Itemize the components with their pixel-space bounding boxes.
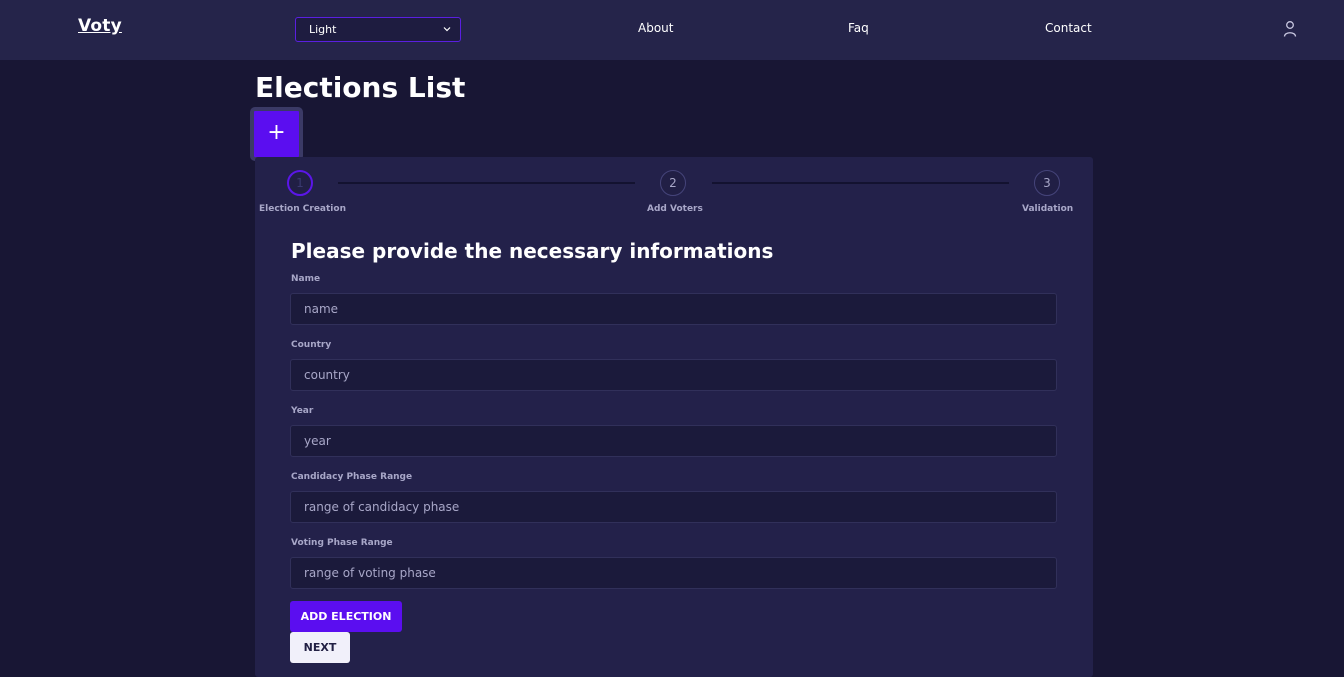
country-label: Country [291,340,332,350]
voting-range-input[interactable]: range of voting phase [290,557,1057,589]
stepper-connector [338,182,635,184]
year-input[interactable]: year [290,425,1057,457]
name-label: Name [291,274,321,284]
nav-link-about[interactable]: About [638,21,673,35]
stepper-connector [712,182,1009,184]
step-1-circle[interactable]: 1 [287,170,313,196]
name-input[interactable]: name [290,293,1057,325]
step-1-label: Election Creation [259,204,346,214]
step-2-label: Add Voters [647,204,703,214]
theme-select-value: Light [309,23,337,36]
nav-link-contact[interactable]: Contact [1045,21,1092,35]
form-heading: Please provide the necessary information… [291,239,774,263]
nav-link-faq[interactable]: Faq [848,21,869,35]
page-title: Elections List [255,71,466,104]
country-input[interactable]: country [290,359,1057,391]
logo-link[interactable]: Voty [78,16,122,36]
election-form-card [255,157,1093,677]
user-icon[interactable] [1282,20,1298,38]
top-navbar: Voty Light About Faq Contact [0,0,1344,60]
step-3-circle[interactable]: 3 [1034,170,1060,196]
add-election-button[interactable]: ADD ELECTION [290,601,402,632]
chevron-down-icon [443,27,451,32]
candidacy-range-input[interactable]: range of candidacy phase [290,491,1057,523]
year-label: Year [291,406,314,416]
theme-select[interactable]: Light [295,17,461,42]
step-2-circle[interactable]: 2 [660,170,686,196]
candidacy-range-label: Candidacy Phase Range [291,472,413,482]
voting-range-label: Voting Phase Range [291,538,393,548]
add-election-toggle-button[interactable]: + [250,107,303,161]
next-button[interactable]: NEXT [290,632,350,663]
step-3-label: Validation [1022,204,1074,214]
